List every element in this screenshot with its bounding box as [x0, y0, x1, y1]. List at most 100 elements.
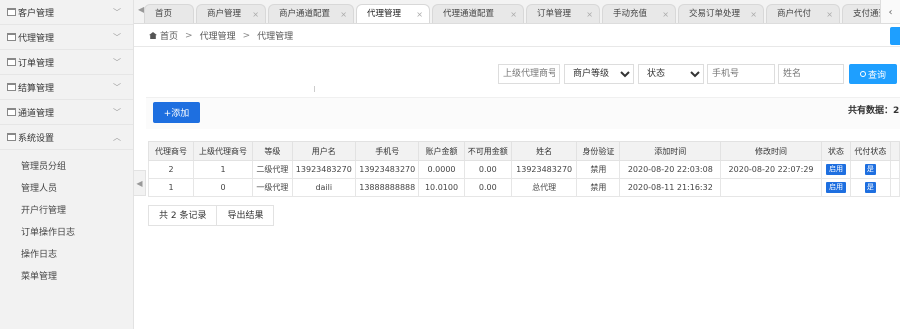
col-overflow [889, 141, 900, 161]
sidebar-item-settlement[interactable]: 结算管理 ﹀ [0, 75, 133, 100]
cell-agent-id: 1 [148, 178, 194, 197]
cell-unavailable: 0.00 [463, 178, 513, 197]
col-modified[interactable]: 修改时间 [720, 141, 822, 161]
sidebar-item-channels[interactable]: 通道管理 ﹀ [0, 100, 133, 125]
phone-input[interactable] [707, 64, 775, 84]
add-button[interactable]: +添加 [153, 102, 200, 123]
col-unavailable[interactable]: 不可用金额 [463, 141, 513, 161]
close-icon[interactable]: × [662, 5, 669, 23]
home-icon [149, 32, 157, 39]
col-name[interactable]: 姓名 [510, 141, 578, 161]
merchant-level-select[interactable]: 商户等级 [564, 64, 634, 84]
sidebar-collapse-handle[interactable]: ◀ [134, 170, 146, 196]
sidebar-item-system[interactable]: 系统设置 ︿ [0, 125, 133, 150]
close-icon[interactable]: × [340, 5, 347, 23]
cell-name: 13923483270 [510, 160, 578, 179]
breadcrumb-home[interactable]: 首页 [160, 29, 178, 42]
col-level[interactable]: 等级 [252, 141, 293, 161]
col-parent-agent-id[interactable]: 上级代理商号 [192, 141, 254, 161]
export-button[interactable]: 导出结果 [217, 205, 275, 226]
col-username[interactable]: 用户名 [291, 141, 357, 161]
parent-agent-input[interactable] [498, 64, 560, 84]
close-icon[interactable]: × [252, 5, 259, 23]
tab-merchants[interactable]: 商户管理 × [196, 4, 266, 23]
tab-agents[interactable]: 代理管理 × [356, 4, 430, 23]
chevron-left-icon[interactable]: ‹ [880, 0, 900, 23]
agents-table: 代理商号 上级代理商号 等级 用户名 手机号 账户金额 不可用金额 姓名 身份验… [148, 141, 900, 197]
cell-modified [720, 178, 822, 197]
sidebar-item-agents[interactable]: 代理管理 ﹀ [0, 25, 133, 50]
refresh-button[interactable] [890, 27, 900, 45]
folder-icon [7, 83, 16, 91]
sidebar-item-customers[interactable]: 客户管理 ﹀ [0, 0, 133, 25]
cell-status: 启用 [820, 178, 852, 197]
record-count: 共 2 条记录 [148, 205, 218, 226]
cell-overflow [889, 160, 900, 179]
cell-status: 启用 [820, 160, 852, 179]
breadcrumb-separator: > [185, 30, 193, 41]
cell-created: 2020-08-20 22:03:08 [619, 160, 722, 179]
folder-icon [7, 108, 16, 116]
cell-name: 总代理 [510, 178, 578, 197]
cell-balance: 0.0000 [418, 160, 465, 179]
submenu-order-logs[interactable]: 订单操作日志 [0, 222, 133, 244]
payout-status-badge[interactable]: 是 [864, 164, 876, 175]
tab-merchant-payout[interactable]: 商户代付 × [766, 4, 840, 23]
col-balance[interactable]: 账户金额 [418, 141, 465, 161]
close-icon[interactable]: × [416, 5, 423, 23]
cell-id-verify: 禁用 [576, 178, 621, 197]
tab-home[interactable]: 首页 [144, 4, 194, 23]
close-icon[interactable]: × [750, 5, 757, 23]
status-badge[interactable]: 启用 [826, 182, 847, 193]
chevron-left-icon: ◀ [136, 178, 143, 188]
col-id-verify[interactable]: 身份验证 [576, 141, 621, 161]
tab-merchant-channels[interactable]: 商户通道配置 × [268, 4, 354, 23]
tab-bar: ◀ 首页 商户管理 × 商户通道配置 × 代理管理 × 代理通道配置 × 订单管理 × 手… [134, 0, 900, 24]
breadcrumb-separator: > [242, 30, 251, 41]
submenu-admin-groups[interactable]: 管理员分组 [0, 156, 133, 178]
breadcrumb-level1[interactable]: 代理管理 [200, 29, 236, 42]
cell-username: daili [291, 178, 357, 197]
payout-status-badge[interactable]: 是 [864, 182, 876, 193]
col-agent-id[interactable]: 代理商号 [148, 141, 194, 161]
total-count: 共有数据：2 [848, 106, 900, 116]
cell-parent-agent-id: 0 [192, 178, 254, 197]
tab-transaction-processing[interactable]: 交易订单处理 × [678, 4, 764, 23]
name-input[interactable] [778, 64, 844, 84]
folder-icon [7, 33, 16, 41]
chevron-down-icon: ﹀ [113, 33, 121, 42]
col-payout-status[interactable]: 代付状态 [850, 141, 891, 161]
close-icon[interactable]: × [586, 5, 593, 23]
toolbar [146, 97, 900, 129]
cell-unavailable: 0.00 [463, 160, 513, 179]
cell-overflow [889, 178, 900, 197]
chevron-down-icon: ﹀ [113, 58, 121, 67]
col-created[interactable]: 添加时间 [619, 141, 722, 161]
breadcrumb: 首页 > 代理管理 > 代理管理 [149, 29, 293, 42]
submenu-menus[interactable]: 菜单管理 [0, 266, 133, 288]
sidebar-item-orders[interactable]: 订单管理 ﹀ [0, 50, 133, 75]
cell-payout-status: 是 [850, 160, 891, 179]
status-badge[interactable]: 启用 [826, 164, 847, 175]
table-row: 2 1 二级代理 13923483270 13923483270 0.0000 … [148, 160, 900, 179]
cell-parent-agent-id: 1 [192, 160, 254, 179]
system-submenu: 管理员分组 管理人员 开户行管理 订单操作日志 操作日志 菜单管理 [0, 150, 133, 288]
tab-orders[interactable]: 订单管理 × [526, 4, 600, 23]
col-status[interactable]: 状态 [820, 141, 852, 161]
table-row: 1 0 一级代理 daili 13888888888 10.0100 0.00 … [148, 178, 900, 197]
chevron-down-icon: ﹀ [113, 8, 121, 17]
close-icon[interactable]: × [826, 5, 833, 23]
cell-phone: 13888888888 [355, 178, 420, 197]
cell-level: 一级代理 [252, 178, 293, 197]
table-header-row: 代理商号 上级代理商号 等级 用户名 手机号 账户金额 不可用金额 姓名 身份验… [148, 141, 900, 161]
chevron-down-icon: ﹀ [113, 108, 121, 117]
submenu-banks[interactable]: 开户行管理 [0, 200, 133, 222]
submenu-operation-logs[interactable]: 操作日志 [0, 244, 133, 266]
status-select[interactable]: 状态 [638, 64, 704, 84]
tab-manual-recharge[interactable]: 手动充值 × [602, 4, 676, 23]
tab-agent-channels[interactable]: 代理通道配置 × [432, 4, 524, 23]
col-phone[interactable]: 手机号 [355, 141, 420, 161]
search-button[interactable]: 查询 [849, 64, 897, 84]
submenu-admins[interactable]: 管理人员 [0, 178, 133, 200]
close-icon[interactable]: × [510, 5, 517, 23]
